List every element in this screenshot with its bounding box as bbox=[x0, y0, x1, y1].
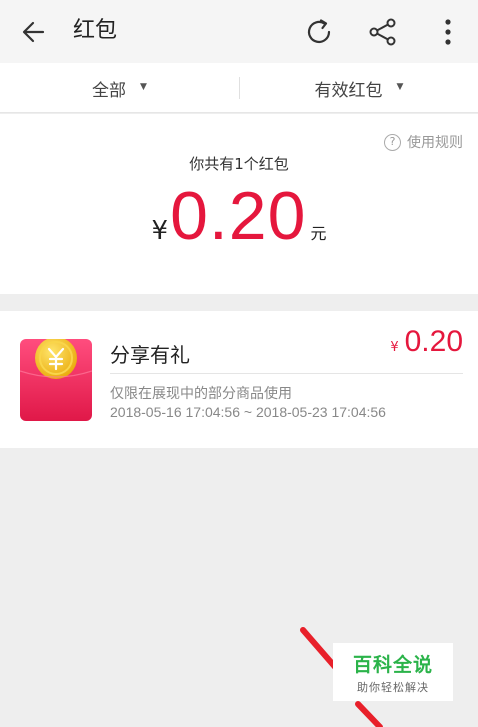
card-divider bbox=[110, 373, 463, 374]
app-bar: 红包 bbox=[0, 0, 478, 63]
red-envelope-card[interactable]: 分享有礼 ¥ 0.20 仅限在展现中的部分商品使用 2018-05-16 17:… bbox=[0, 311, 478, 448]
total-amount-value: 0.20 bbox=[170, 178, 307, 254]
coupon-title: 分享有礼 bbox=[110, 343, 190, 367]
coupon-currency: ¥ bbox=[390, 340, 399, 355]
usage-rules-link[interactable]: ? 使用规则 bbox=[384, 132, 463, 152]
filter-valid-label: 有效红包 bbox=[314, 80, 383, 101]
envelope-count-text: 你共有1个红包 bbox=[189, 155, 289, 173]
filter-all-dropdown[interactable]: 全部 ▼ bbox=[0, 63, 239, 113]
more-vertical-icon[interactable] bbox=[430, 0, 466, 63]
back-arrow-icon[interactable] bbox=[14, 0, 54, 63]
watermark-logo: 百科全说 助你轻松解决 bbox=[333, 643, 453, 701]
currency-unit: 元 bbox=[310, 224, 327, 243]
watermark-title: 百科全说 bbox=[352, 653, 433, 676]
question-icon: ? bbox=[384, 133, 401, 151]
coupon-description: 仅限在展现中的部分商品使用 bbox=[110, 386, 292, 402]
filter-all-label: 全部 bbox=[92, 80, 127, 101]
coupon-validity: 2018-05-16 17:04:56 ~ 2018-05-23 17:04:5… bbox=[110, 404, 386, 420]
summary-panel: ? 使用规则 你共有1个红包 ¥ 0.20 元 bbox=[0, 114, 478, 294]
filter-bar: 全部 ▼ 有效红包 ▼ bbox=[0, 63, 478, 113]
watermark-subtitle: 助你轻松解决 bbox=[357, 680, 429, 694]
page-title: 红包 bbox=[73, 18, 118, 43]
filter-valid-dropdown[interactable]: 有效红包 ▼ bbox=[240, 63, 478, 113]
coupon-amount-value: 0.20 bbox=[404, 325, 463, 358]
refresh-icon[interactable] bbox=[298, 0, 340, 63]
coupon-amount: ¥ 0.20 bbox=[390, 325, 463, 359]
share-icon[interactable] bbox=[362, 0, 404, 63]
total-amount: ¥ 0.20 元 bbox=[0, 180, 478, 252]
caret-down-icon: ▼ bbox=[140, 82, 147, 92]
caret-down-icon: ▼ bbox=[396, 82, 404, 92]
red-envelope-icon bbox=[19, 337, 93, 421]
usage-rules-label: 使用规则 bbox=[407, 135, 463, 151]
currency-symbol: ¥ bbox=[151, 216, 169, 246]
